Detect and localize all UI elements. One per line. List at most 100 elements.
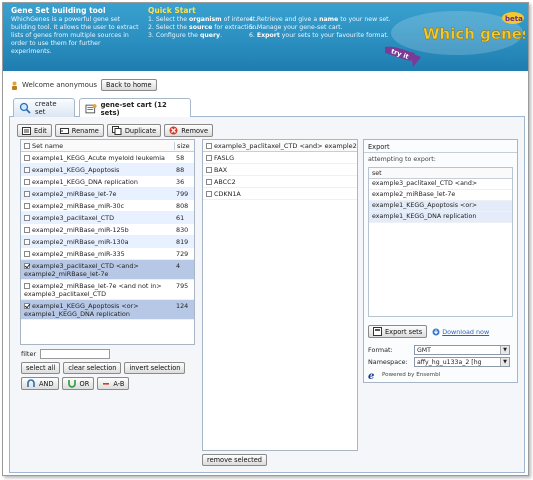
genes-table-title: example3_paclitaxel_CTD <and> example2 bbox=[214, 141, 357, 150]
export-panel: Export attempting to export: set example… bbox=[363, 139, 518, 383]
format-label: Format: bbox=[368, 346, 393, 354]
logo-text: Which genes? bbox=[423, 25, 525, 43]
whichgenes-logo[interactable]: Which genes? beta try it bbox=[375, 9, 525, 71]
tab-create-set[interactable]: create set bbox=[13, 98, 75, 117]
download-icon bbox=[432, 328, 440, 335]
download-now-text: Download now bbox=[442, 327, 490, 336]
set-checkbox[interactable] bbox=[24, 215, 30, 221]
export-set-list: set example3_paclitaxel_CTD <and> example… bbox=[368, 167, 513, 317]
download-link[interactable]: Download now bbox=[432, 328, 489, 336]
set-row[interactable]: example3_paclitaxel_CTD 61 bbox=[21, 212, 194, 224]
set-name: example3_paclitaxel_CTD <and> example2_m… bbox=[24, 262, 139, 278]
gene-checkbox[interactable] bbox=[206, 179, 212, 185]
sets-table-body: example1_KEGG_Acute myeloid leukemia 58 ex… bbox=[21, 152, 194, 320]
set-checkbox[interactable] bbox=[24, 303, 30, 309]
tab-create-set-label: create set bbox=[34, 100, 57, 116]
duplicate-icon bbox=[111, 126, 122, 135]
gene-checkbox[interactable] bbox=[206, 167, 212, 173]
or-button[interactable]: OR bbox=[61, 377, 95, 390]
and-button[interactable]: AND bbox=[21, 377, 59, 390]
rename-button[interactable]: Rename bbox=[54, 124, 104, 137]
format-select[interactable]: GMT ▼ bbox=[414, 345, 510, 355]
gene-checkbox[interactable] bbox=[206, 155, 212, 161]
set-checkbox[interactable] bbox=[24, 191, 30, 197]
edit-label: Edit bbox=[34, 126, 47, 135]
select-all-button[interactable]: select all bbox=[21, 362, 61, 374]
magnifier-icon bbox=[19, 102, 31, 114]
quick-start-step: 5. Manage your gene-set cart. bbox=[249, 24, 343, 31]
set-checkbox[interactable] bbox=[24, 251, 30, 257]
set-row[interactable]: example2_miRBase_let-7e 799 bbox=[21, 188, 194, 200]
set-row[interactable]: example2_miRBase_miR-335 729 bbox=[21, 248, 194, 260]
duplicate-button[interactable]: Duplicate bbox=[106, 124, 162, 137]
set-checkbox[interactable] bbox=[24, 167, 30, 173]
namespace-value: affy_hg_u133a_2 [hg bbox=[417, 358, 482, 366]
namespace-select[interactable]: affy_hg_u133a_2 [hg ▼ bbox=[414, 357, 510, 367]
set-size: 88 bbox=[176, 166, 185, 174]
export-actions: Export sets Download now bbox=[368, 325, 489, 338]
col-size: size bbox=[174, 141, 194, 150]
set-row[interactable]: example1_KEGG_Apoptosis <or> example1_KE… bbox=[21, 300, 194, 320]
set-checkbox[interactable] bbox=[24, 227, 30, 233]
gene-row[interactable]: FASLG bbox=[203, 152, 357, 164]
minus-icon bbox=[103, 383, 110, 385]
remove-selected-button[interactable]: remove selected bbox=[202, 454, 267, 466]
remove-button[interactable]: Remove bbox=[164, 124, 214, 137]
edit-button[interactable]: Edit bbox=[17, 124, 52, 137]
sets-table: Set name size example1_KEGG_Acute myeloi… bbox=[20, 139, 195, 345]
set-name: example2_miRBase_miR-130a bbox=[32, 238, 129, 246]
filter-bar: filter bbox=[21, 349, 111, 359]
set-row[interactable]: example1_KEGG_Apoptosis 88 bbox=[21, 164, 194, 176]
filter-input[interactable] bbox=[40, 349, 111, 359]
set-size: 799 bbox=[176, 190, 189, 198]
set-row[interactable]: example2_miRBase_let-7e <and not in> exa… bbox=[21, 280, 194, 300]
col-set-name: Set name bbox=[32, 141, 64, 150]
export-sets-button[interactable]: Export sets bbox=[368, 325, 428, 338]
rename-icon bbox=[59, 127, 69, 134]
set-checkbox[interactable] bbox=[24, 263, 30, 269]
namespace-row: Namespace: affy_hg_u133a_2 [hg ▼ bbox=[368, 357, 510, 367]
gene-row[interactable]: BAX bbox=[203, 164, 357, 176]
set-row[interactable]: example3_paclitaxel_CTD <and> example2_m… bbox=[21, 260, 194, 280]
clear-selection-button[interactable]: clear selection bbox=[63, 362, 122, 374]
genes-table-body: FASLG BAX ABCC2 CDKN1A bbox=[203, 152, 357, 200]
set-checkbox[interactable] bbox=[24, 239, 30, 245]
gene-row[interactable]: ABCC2 bbox=[203, 176, 357, 188]
set-name: example2_miRBase_let-7e bbox=[32, 190, 117, 198]
set-checkbox[interactable] bbox=[24, 155, 30, 161]
set-name: example2_miRBase_miR-125b bbox=[32, 226, 129, 234]
set-size: 4 bbox=[176, 262, 181, 270]
set-checkbox[interactable] bbox=[24, 283, 30, 289]
genes-select-all-checkbox[interactable] bbox=[206, 142, 212, 149]
remove-label: Remove bbox=[181, 126, 209, 135]
quick-start-step: 1. Select the organism of interest. bbox=[148, 16, 258, 23]
gene-row[interactable]: CDKN1A bbox=[203, 188, 357, 200]
tab-gene-set-cart[interactable]: gene-set cart (12 sets) bbox=[79, 98, 191, 118]
set-name: example1_KEGG_DNA replication bbox=[32, 178, 138, 186]
quick-start-title: Quick Start bbox=[148, 6, 196, 15]
gene-symbol: ABCC2 bbox=[214, 178, 236, 186]
edit-icon bbox=[22, 126, 31, 135]
gene-checkbox[interactable] bbox=[206, 191, 212, 197]
set-row[interactable]: example1_KEGG_DNA replication 36 bbox=[21, 176, 194, 188]
ensembl-logo-icon: e bbox=[368, 371, 374, 380]
export-set-item: example2_miRBase_let-7e bbox=[369, 190, 512, 201]
set-toolbar: Edit Rename Duplicate Remove bbox=[17, 124, 214, 137]
set-name: example3_paclitaxel_CTD bbox=[32, 214, 115, 222]
select-all-checkbox[interactable] bbox=[24, 142, 30, 149]
set-row[interactable]: example2_miRBase_miR-30c 808 bbox=[21, 200, 194, 212]
gene-symbol: FASLG bbox=[214, 154, 235, 162]
set-row[interactable]: example2_miRBase_miR-130a 819 bbox=[21, 236, 194, 248]
union-icon bbox=[67, 380, 76, 388]
export-set-header: set bbox=[369, 168, 512, 179]
invert-selection-button[interactable]: invert selection bbox=[124, 362, 186, 374]
export-icon bbox=[373, 327, 382, 336]
back-home-button[interactable]: Back to home bbox=[101, 79, 157, 91]
a-minus-b-button[interactable]: A-B bbox=[97, 377, 130, 390]
set-row[interactable]: example1_KEGG_Acute myeloid leukemia 58 bbox=[21, 152, 194, 164]
set-checkbox[interactable] bbox=[24, 203, 30, 209]
set-row[interactable]: example2_miRBase_miR-125b 830 bbox=[21, 224, 194, 236]
set-checkbox[interactable] bbox=[24, 179, 30, 185]
quick-start-step: 6. Export your sets to your favourite fo… bbox=[249, 32, 389, 39]
quick-start-steps-2: 4. Retrieve and give a name to your new … bbox=[249, 16, 391, 40]
